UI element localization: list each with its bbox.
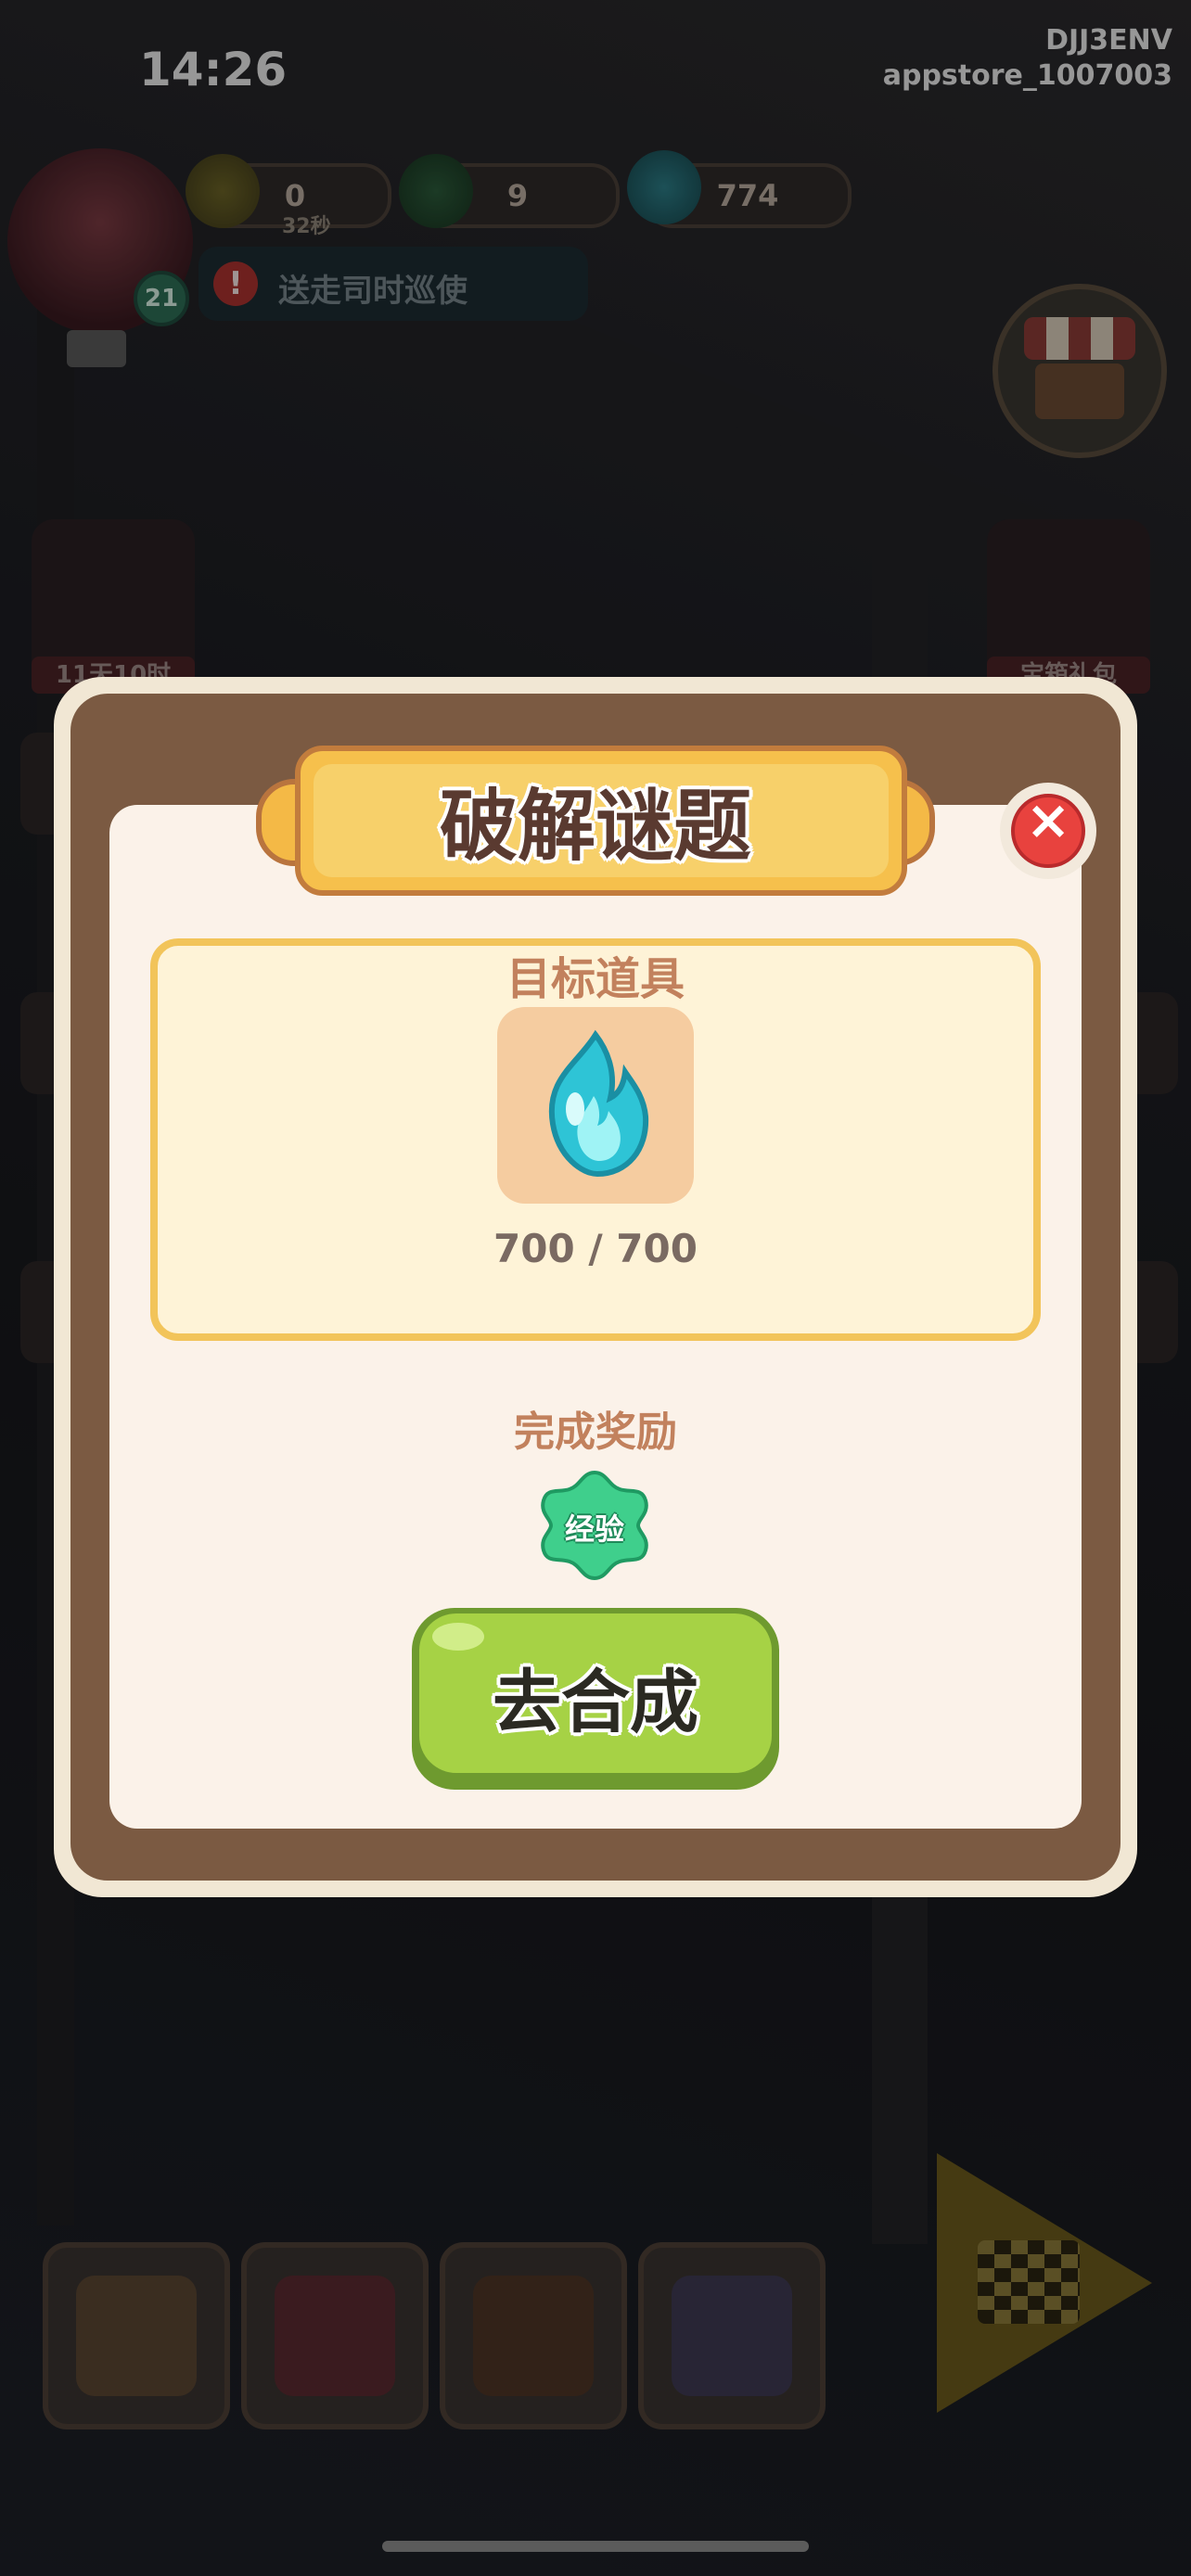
go-synthesize-button[interactable]: 去合成 <box>412 1608 779 1790</box>
go-button-label: 去合成 <box>493 1663 698 1742</box>
target-progress: 700 / 700 <box>493 1226 698 1271</box>
exp-reward-badge[interactable]: 经验 <box>534 1465 655 1586</box>
target-heading: 目标道具 <box>506 953 685 1005</box>
blue-flame-icon <box>548 1029 649 1178</box>
modal-title: 破解谜题 <box>439 781 751 872</box>
reward-label: 经验 <box>564 1511 624 1547</box>
reward-heading: 完成奖励 <box>514 1409 677 1456</box>
close-button[interactable]: × <box>1000 783 1096 879</box>
modal-title-plaque: 破解谜题 <box>256 738 935 896</box>
target-item-slot[interactable] <box>497 1007 694 1204</box>
close-icon: × <box>1025 788 1071 851</box>
